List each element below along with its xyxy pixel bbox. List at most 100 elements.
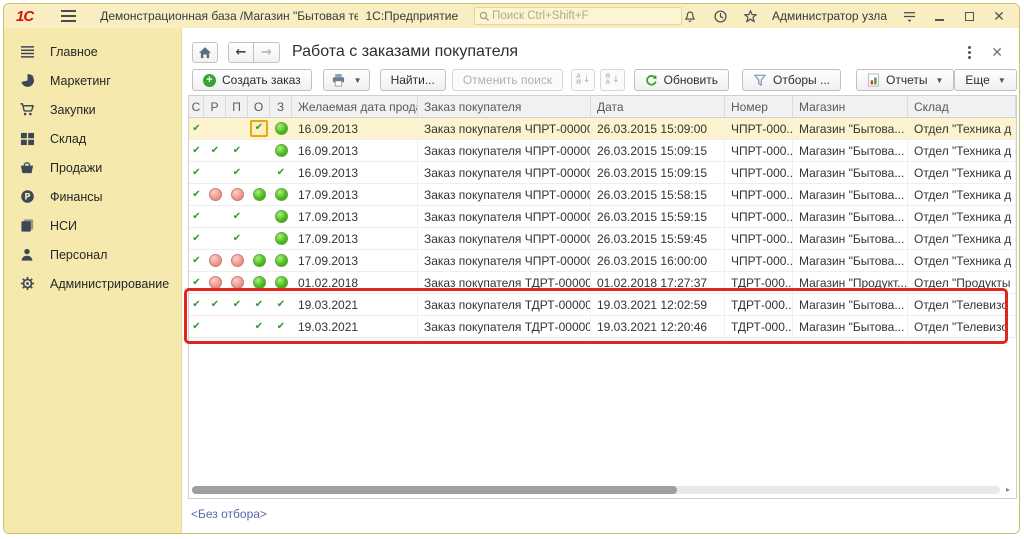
cell-number[interactable]: ЧПРТ-000...	[725, 228, 793, 249]
column-header[interactable]: Номер	[725, 96, 793, 117]
find-button[interactable]: Найти...	[380, 69, 446, 91]
sidebar-item-prodazhi[interactable]: Продажи	[4, 153, 181, 182]
sort-descending-button[interactable]: ЯА↓	[600, 69, 624, 91]
forward-button[interactable]: →	[254, 42, 280, 63]
cell-number[interactable]: ЧПРТ-000...	[725, 184, 793, 205]
horizontal-scrollbar[interactable]	[192, 486, 1000, 494]
refresh-button[interactable]: Обновить	[634, 69, 729, 91]
table-row[interactable]: ✔✔✔16.09.2013Заказ покупателя ЧПРТ-00000…	[189, 162, 1016, 184]
table-row[interactable]: ✔✔✔16.09.2013Заказ покупателя ЧПРТ-00000…	[189, 140, 1016, 162]
cell-number[interactable]: ЧПРТ-000...	[725, 206, 793, 227]
maximize-button[interactable]	[961, 8, 977, 24]
current-user[interactable]: Администратор узла	[772, 9, 887, 23]
cancel-search-button[interactable]: Отменить поиск	[452, 69, 563, 91]
column-header[interactable]: Магазин	[793, 96, 908, 117]
cell-order[interactable]: Заказ покупателя ЧПРТ-00000...	[418, 250, 591, 271]
cell-date[interactable]: 01.02.2018 17:27:37	[591, 272, 725, 293]
sidebar-item-administrirovanie[interactable]: Администрирование	[4, 269, 181, 298]
column-header[interactable]: П	[226, 96, 248, 117]
service-menu-icon[interactable]	[901, 8, 917, 24]
cell-store[interactable]: Магазин "Продукт...	[793, 272, 908, 293]
table-row[interactable]: ✔17.09.2013Заказ покупателя ЧПРТ-00000..…	[189, 250, 1016, 272]
filters-button[interactable]: Отборы ...	[742, 69, 841, 91]
column-header[interactable]: О	[248, 96, 270, 117]
cell-store[interactable]: Магазин "Бытова...	[793, 294, 908, 315]
cell-number[interactable]: ЧПРТ-000...	[725, 140, 793, 161]
cell-date[interactable]: 26.03.2015 15:09:15	[591, 162, 725, 183]
table-row[interactable]: ✔✔✔19.03.2021Заказ покупателя ТДРТ-00000…	[189, 316, 1016, 338]
cell-order[interactable]: Заказ покупателя ТДРТ-000001...	[418, 272, 591, 293]
cell-warehouse[interactable]: Отдел "Техника д	[908, 250, 1016, 271]
close-panel-icon[interactable]: ✕	[991, 45, 1003, 59]
sidebar-item-nsi[interactable]: НСИ	[4, 211, 181, 240]
back-button[interactable]: ←	[228, 42, 254, 63]
filter-status-link[interactable]: <Без отбора>	[191, 507, 267, 521]
cell-store[interactable]: Магазин "Бытова...	[793, 316, 908, 337]
cell-wish_date[interactable]: 16.09.2013	[292, 140, 418, 161]
cell-wish_date[interactable]: 17.09.2013	[292, 206, 418, 227]
cell-number[interactable]: ЧПРТ-000...	[725, 162, 793, 183]
sidebar-item-finansy[interactable]: Р Финансы	[4, 182, 181, 211]
cell-number[interactable]: ТДРТ-000...	[725, 316, 793, 337]
table-row[interactable]: ✔✔✔✔✔19.03.2021Заказ покупателя ТДРТ-000…	[189, 294, 1016, 316]
cell-warehouse[interactable]: Отдел "Техника д	[908, 162, 1016, 183]
global-search[interactable]	[474, 7, 682, 25]
cell-date[interactable]: 26.03.2015 15:09:00	[591, 118, 725, 139]
sidebar-item-personal[interactable]: Персонал	[4, 240, 181, 269]
cell-wish_date[interactable]: 16.09.2013	[292, 118, 418, 139]
table-row[interactable]: ✔01.02.2018Заказ покупателя ТДРТ-000001.…	[189, 272, 1016, 294]
cell-number[interactable]: ЧПРТ-000...	[725, 250, 793, 271]
column-header[interactable]: Дата	[591, 96, 725, 117]
cell-order[interactable]: Заказ покупателя ЧПРТ-00000...	[418, 162, 591, 183]
table-row[interactable]: ✔17.09.2013Заказ покупателя ЧПРТ-00000..…	[189, 184, 1016, 206]
table-row[interactable]: ✔✔17.09.2013Заказ покупателя ЧПРТ-00000.…	[189, 228, 1016, 250]
column-header[interactable]: Заказ покупателя	[418, 96, 591, 117]
more-options-dots-icon[interactable]	[968, 46, 971, 49]
table-header-row[interactable]: СРПОЗЖелаемая дата продажиЗаказ покупате…	[189, 96, 1016, 118]
cell-order[interactable]: Заказ покупателя ЧПРТ-00000...	[418, 184, 591, 205]
cell-date[interactable]: 19.03.2021 12:02:59	[591, 294, 725, 315]
table-row[interactable]: ✔✔17.09.2013Заказ покупателя ЧПРТ-00000.…	[189, 206, 1016, 228]
cell-wish_date[interactable]: 01.02.2018	[292, 272, 418, 293]
column-header[interactable]: С	[189, 96, 204, 117]
cell-warehouse[interactable]: Отдел "Техника д	[908, 206, 1016, 227]
cell-store[interactable]: Магазин "Бытова...	[793, 206, 908, 227]
notifications-bell-icon[interactable]	[682, 8, 698, 24]
scrollbar-thumb[interactable]	[192, 486, 677, 494]
reports-button[interactable]: Отчеты ▼	[856, 69, 954, 91]
cell-warehouse[interactable]: Отдел "Продукты	[908, 272, 1016, 293]
cell-order[interactable]: Заказ покупателя ЧПРТ-00000...	[418, 118, 591, 139]
cell-wish_date[interactable]: 16.09.2013	[292, 162, 418, 183]
cell-number[interactable]: ТДРТ-000...	[725, 272, 793, 293]
history-icon[interactable]	[712, 8, 728, 24]
cell-warehouse[interactable]: Отдел "Техника д	[908, 140, 1016, 161]
cell-date[interactable]: 26.03.2015 16:00:00	[591, 250, 725, 271]
cell-store[interactable]: Магазин "Бытова...	[793, 162, 908, 183]
cell-date[interactable]: 26.03.2015 15:58:15	[591, 184, 725, 205]
cell-order[interactable]: Заказ покупателя ЧПРТ-00000...	[418, 140, 591, 161]
cell-warehouse[interactable]: Отдел "Техника д	[908, 118, 1016, 139]
cell-wish_date[interactable]: 17.09.2013	[292, 228, 418, 249]
minimize-button[interactable]	[931, 8, 947, 24]
cell-store[interactable]: Магазин "Бытова...	[793, 184, 908, 205]
print-button[interactable]: ▼	[323, 69, 370, 91]
more-button[interactable]: Еще ▼	[954, 69, 1016, 91]
cell-store[interactable]: Магазин "Бытова...	[793, 250, 908, 271]
column-header[interactable]: З	[270, 96, 292, 117]
close-window-button[interactable]: ✕	[991, 8, 1007, 24]
create-order-button[interactable]: + Создать заказ	[192, 69, 312, 91]
main-menu-icon[interactable]	[61, 10, 76, 22]
table-row[interactable]: ✔✔16.09.2013Заказ покупателя ЧПРТ-00000.…	[189, 118, 1016, 140]
cell-order[interactable]: Заказ покупателя ТДРТ-000002...	[418, 316, 591, 337]
cell-warehouse[interactable]: Отдел "Техника д	[908, 184, 1016, 205]
cell-order[interactable]: Заказ покупателя ЧПРТ-00000...	[418, 206, 591, 227]
cell-warehouse[interactable]: Отдел "Телевизо	[908, 294, 1016, 315]
cell-warehouse[interactable]: Отдел "Телевизо	[908, 316, 1016, 337]
scroll-right-arrow-icon[interactable]: ▸	[1006, 486, 1010, 494]
cell-store[interactable]: Магазин "Бытова...	[793, 140, 908, 161]
sidebar-item-glavnoe[interactable]: Главное	[4, 37, 181, 66]
favorites-star-icon[interactable]	[742, 8, 758, 24]
sidebar-item-marketing[interactable]: Маркетинг	[4, 66, 181, 95]
cell-wish_date[interactable]: 19.03.2021	[292, 316, 418, 337]
sort-ascending-button[interactable]: АЯ↓	[571, 69, 595, 91]
